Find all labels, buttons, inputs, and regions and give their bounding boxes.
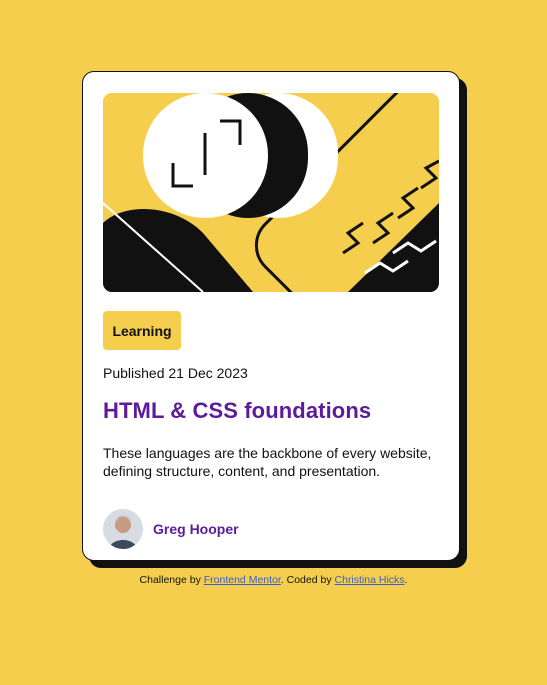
attribution-suffix: . (404, 574, 408, 586)
author-info: Greg Hooper (103, 509, 239, 549)
category-tag: Learning (103, 311, 181, 350)
card-title[interactable]: HTML & CSS foundations (103, 398, 371, 424)
card-description: These languages are the backbone of ever… (103, 445, 432, 479)
blog-preview-card: Learning Published 21 Dec 2023 HTML & CS… (82, 71, 460, 561)
illustration-image (103, 93, 439, 292)
author-name: Greg Hooper (153, 521, 239, 537)
attribution-middle: . Coded by (280, 574, 332, 586)
author-avatar (103, 509, 143, 549)
attribution-prefix: Challenge by (139, 574, 201, 586)
attribution-footer: Challenge by Frontend Mentor. Coded by C… (0, 574, 547, 586)
published-date: Published 21 Dec 2023 (103, 365, 248, 381)
coder-link[interactable]: Christina Hicks (335, 574, 405, 586)
frontend-mentor-link[interactable]: Frontend Mentor (204, 574, 281, 586)
